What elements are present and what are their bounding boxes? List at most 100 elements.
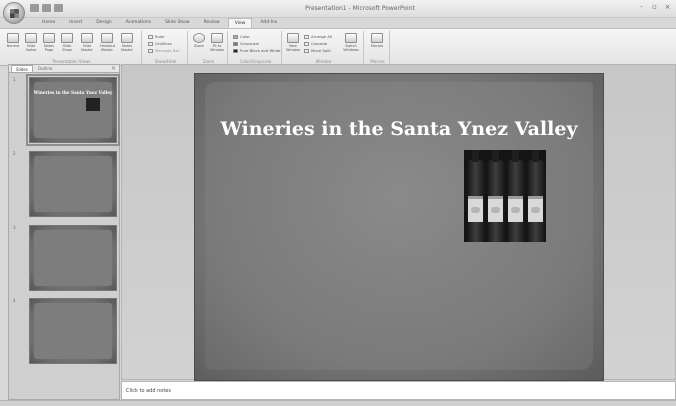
bottle-neck [532,150,539,162]
slide-background [34,303,112,359]
tab-slides[interactable]: Slides [11,65,33,72]
wine-bottles-photo[interactable] [464,150,546,242]
handout-master-icon [101,33,113,43]
gridlines-checkbox[interactable]: Gridlines [148,41,172,46]
grayscale-button[interactable]: Grayscale [233,41,259,46]
save-icon[interactable] [30,4,39,12]
bottle-label [488,196,503,222]
slide-thumbnail-image: Wineries in the Santa Ynez Valley [26,74,120,146]
group-zoom: Zoom Fit to Window Zoom [190,31,228,65]
handout-master-button[interactable]: Handout Master [100,33,115,52]
checkbox-icon [148,34,153,39]
wine-bottle [486,150,505,242]
bottle-neck [472,150,479,162]
zoom-button[interactable]: Zoom [192,33,206,48]
redo-icon[interactable] [54,4,63,12]
notes-master-button[interactable]: Notes Master [120,33,134,52]
message-bar-checkbox[interactable]: Message Bar [148,48,179,53]
tab-insert[interactable]: Insert [63,18,88,28]
slide-show-icon [61,33,73,43]
group-show-hide: Ruler Gridlines Message Bar Show/Hide [144,31,188,65]
wine-bottle [526,150,545,242]
cascade-button[interactable]: Cascade [304,41,327,46]
slide-show-button[interactable]: Slide Show [60,33,74,52]
tab-slide-show[interactable]: Slide Show [159,18,196,28]
slide-master-icon [81,33,93,43]
slide-number: 2 [13,151,16,156]
status-bar [0,400,676,406]
close-button[interactable]: × [662,3,673,12]
panel-tabs: Slides Outline [9,65,119,73]
slide-title[interactable]: Wineries in the Santa Ynez Valley [195,118,603,140]
tab-outline[interactable]: Outline [34,65,56,72]
new-window-icon [287,33,299,43]
color-button[interactable]: Color [233,34,250,39]
macros-icon [371,33,383,43]
bottle-label [508,196,523,222]
slides-panel: Slides Outline × 1 Wineries in the Santa… [8,64,120,400]
tab-review[interactable]: Review [198,18,226,28]
slide-background [34,156,112,212]
notes-placeholder: Click to add notes [126,388,171,394]
window-controls: - ▫ × [636,3,673,12]
slide-number: 3 [13,225,16,230]
tab-view[interactable]: View [227,18,253,28]
grayscale-swatch-icon [233,41,238,46]
slide-thumbnail-image [29,151,117,217]
office-button[interactable] [3,2,25,24]
slide-number: 4 [13,298,16,303]
wine-bottle [506,150,525,242]
slide-editing-area: Wineries in the Santa Ynez Valley [121,64,676,381]
thumbnail-title: Wineries in the Santa Ynez Valley [33,90,113,95]
arrange-all-icon [304,34,309,39]
slide-master-button[interactable]: Slide Master [80,33,94,52]
tab-animations[interactable]: Animations [120,18,157,28]
move-split-icon [304,48,309,53]
switch-windows-icon [345,33,357,43]
notes-pane[interactable]: Click to add notes [121,381,676,400]
arrange-all-button[interactable]: Arrange All [304,34,332,39]
quick-access-toolbar [30,4,63,12]
new-window-button[interactable]: New Window [286,33,300,52]
group-presentation-views: Normal Slide Sorter Notes Page Slide Sho… [2,31,142,65]
current-slide[interactable]: Wineries in the Santa Ynez Valley [194,73,604,381]
normal-view-icon [7,33,19,43]
maximize-button[interactable]: ▫ [649,3,660,12]
notes-master-icon [121,33,133,43]
slide-number: 1 [13,77,16,82]
window-title: Presentation1 - Microsoft PowerPoint [305,5,415,12]
close-icon[interactable]: × [111,65,116,72]
fit-to-window-icon [211,33,223,43]
tab-home[interactable]: Home [36,18,61,28]
notes-page-button[interactable]: Notes Page [42,33,56,52]
slide-background [34,230,112,286]
normal-view-button[interactable]: Normal [6,33,20,48]
slide-thumbnail-image [29,298,117,364]
minimize-button[interactable]: - [636,3,647,12]
group-macros: Macros Macros [366,31,390,65]
ruler-checkbox[interactable]: Ruler [148,34,165,39]
pure-black-white-button[interactable]: Pure Black and White [233,48,281,53]
slide-thumbnail-image [29,225,117,291]
bottle-neck [512,150,519,162]
fit-to-window-button[interactable]: Fit to Window [210,33,224,52]
ribbon: Normal Slide Sorter Notes Page Slide Sho… [0,28,676,66]
bottle-neck [492,150,499,162]
color-swatch-icon [233,34,238,39]
wine-bottle [466,150,485,242]
notes-page-icon [43,33,55,43]
undo-icon[interactable] [42,4,51,12]
tab-design[interactable]: Design [90,18,118,28]
switch-windows-button[interactable]: Switch Windows [342,33,360,52]
move-split-button[interactable]: Move Split [304,48,331,53]
macros-button[interactable]: Macros [370,33,384,48]
checkbox-icon [148,48,153,53]
checkbox-icon [148,41,153,46]
title-bar: Presentation1 - Microsoft PowerPoint - ▫… [0,0,676,24]
cascade-icon [304,41,309,46]
tab-add-ins[interactable]: Add-Ins [254,18,283,28]
black-white-swatch-icon [233,48,238,53]
slide-sorter-button[interactable]: Slide Sorter [24,33,38,52]
bottle-label [468,196,483,222]
group-window: New Window Arrange All Cascade Move Spli… [284,31,364,65]
